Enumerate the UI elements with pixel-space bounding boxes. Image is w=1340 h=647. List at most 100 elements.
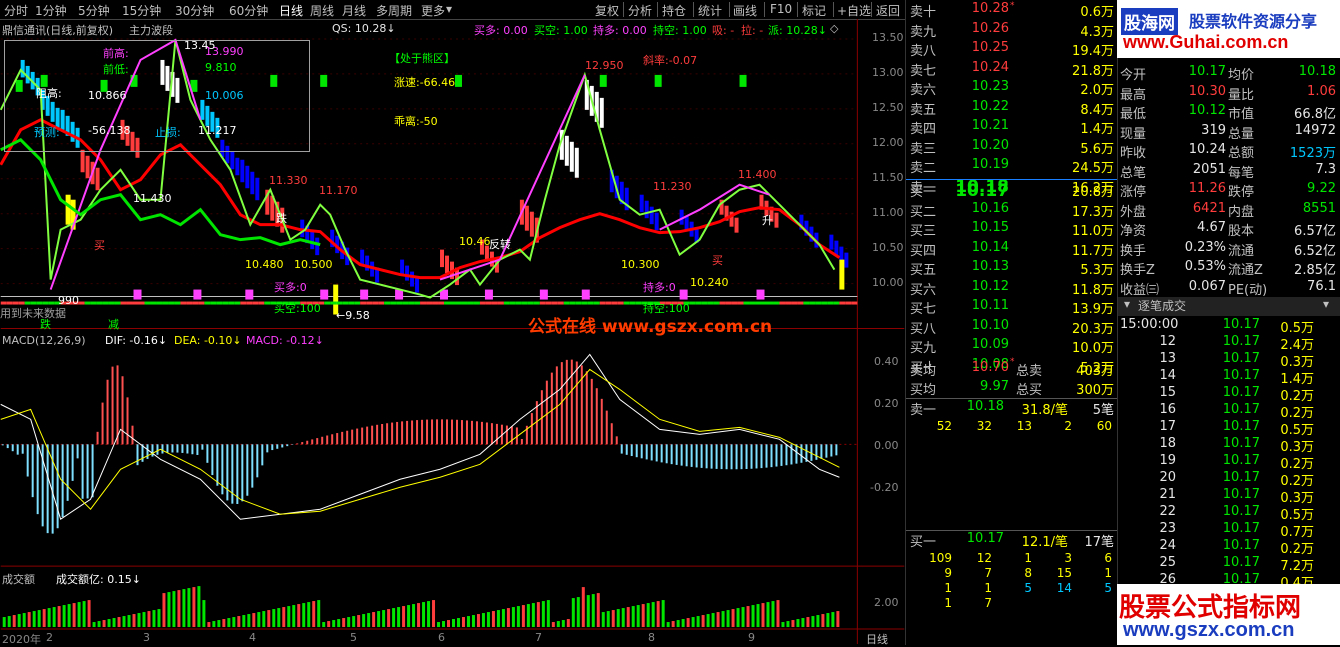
candle <box>410 271 415 287</box>
menu-item-5min[interactable]: 5分钟 <box>78 2 110 19</box>
chevron-down-icon[interactable]: ▾ <box>446 2 452 16</box>
menu-item-daily[interactable]: 日线 <box>279 2 303 19</box>
tick-price: 10.17 <box>1222 555 1260 570</box>
volume-bar <box>681 619 685 628</box>
toolbar-stats-button[interactable]: 统计 <box>698 2 722 19</box>
menu-item-30min[interactable]: 30分钟 <box>175 2 214 19</box>
volume-bar <box>501 609 505 628</box>
ask-row[interactable]: 卖三 10.20 5.6万 <box>906 138 1118 157</box>
ask-row[interactable]: 卖七 10.24 21.8万 <box>906 60 1118 79</box>
menu-item-60min[interactable]: 60分钟 <box>229 2 268 19</box>
volume-bar <box>811 616 815 628</box>
logo-brand: 股海网 <box>1121 8 1178 35</box>
candle <box>405 265 410 281</box>
queue-item: 8 <box>1024 566 1032 580</box>
volume-bar <box>571 598 575 628</box>
menu-item-monthly[interactable]: 月线 <box>342 2 366 19</box>
volume-title[interactable]: 成交额 <box>2 571 35 587</box>
stat-label: PE(动) <box>1228 282 1268 298</box>
volume-bar <box>471 615 475 628</box>
ask-volume: 0.6万 <box>1080 5 1114 20</box>
bid-row[interactable]: 买八 10.10 20.3万 <box>906 318 1118 337</box>
date-tick: 6 <box>438 631 445 644</box>
trend-bar <box>533 301 540 305</box>
bid-row[interactable]: 买二 10.16 17.3万 <box>906 201 1118 220</box>
trend-bar <box>515 301 522 305</box>
zone-label: 【处于熊区】 <box>389 52 455 65</box>
buy1-price: 10.17 <box>966 531 1004 546</box>
menu-item-more[interactable]: 更多 <box>421 2 445 19</box>
diamond-icon[interactable]: ◇ <box>830 22 838 35</box>
menu-item-weekly[interactable]: 周线 <box>310 2 334 19</box>
trend-bar <box>479 301 486 305</box>
ask-row[interactable]: 卖五 10.22 8.4万 <box>906 99 1118 118</box>
ask-row[interactable]: 卖十 10.28 * 0.6万 <box>906 1 1118 20</box>
menu-item-15min[interactable]: 15分钟 <box>122 2 161 19</box>
stoploss-label: 止损: <box>155 126 181 139</box>
bid-row[interactable]: 买四 10.14 11.7万 <box>906 240 1118 259</box>
toolbar-add-watchlist-button[interactable]: +自选 <box>837 2 871 19</box>
queue-item: 32 <box>976 419 992 433</box>
stat-label: 涨停 <box>1120 185 1147 200</box>
candle <box>774 212 779 228</box>
bid-row[interactable]: 买五 10.13 5.3万 <box>906 259 1118 278</box>
ask-row[interactable]: 卖九 10.26 4.3万 <box>906 21 1118 40</box>
trend-bar <box>180 301 187 305</box>
queue-item: 15 <box>1056 566 1072 580</box>
toolbar-position-button[interactable]: 持仓 <box>662 2 686 19</box>
signal-square <box>133 289 142 300</box>
volume-bar <box>556 621 560 628</box>
trend-bar <box>156 301 163 305</box>
deviation-label: 乖离:-50 <box>394 115 438 128</box>
volume-bar <box>626 607 630 628</box>
volume-bar <box>127 615 131 628</box>
menu-item-fenshi[interactable]: 分时 <box>4 2 28 19</box>
stat-row: 换手 0.23% 流通 6.52亿 <box>1118 240 1340 259</box>
toolbar-f10-button[interactable]: F10 <box>770 2 792 16</box>
ask-row[interactable]: 卖八 10.25 19.4万 <box>906 40 1118 59</box>
menu-item-multi-period[interactable]: 多周期 <box>376 2 412 19</box>
ask-row[interactable]: 卖六 10.23 2.0万 <box>906 79 1118 98</box>
stat-value: 6.52亿 <box>1294 243 1336 259</box>
bid-label: 买八 <box>910 321 937 337</box>
toolbar-mark-button[interactable]: 标记 <box>802 2 826 19</box>
bid-row[interactable]: 买一 10.17 20.8万 <box>906 181 1118 201</box>
bid-row[interactable]: 买七 10.11 13.9万 <box>906 298 1118 317</box>
bid-label: 买六 <box>910 282 937 298</box>
volume-bar <box>382 610 386 628</box>
dispatch-value: 派: 10.28↓ <box>768 24 827 37</box>
bid-row[interactable]: 买六 10.12 11.8万 <box>906 279 1118 298</box>
ask-label: 卖八 <box>910 44 937 59</box>
volume-bar <box>447 620 451 628</box>
stat-label: 均价 <box>1228 68 1255 83</box>
toolbar-back-button[interactable]: 返回 <box>876 2 900 19</box>
ask-row[interactable]: 卖二 10.19 24.5万 <box>906 157 1118 176</box>
menu-item-1min[interactable]: 1分钟 <box>35 2 67 19</box>
ask-row[interactable]: 卖四 10.21 1.4万 <box>906 118 1118 137</box>
toolbar-fuquan-button[interactable]: 复权 <box>595 2 619 19</box>
macd-title[interactable]: MACD(12,26,9) <box>2 334 86 347</box>
bid-row[interactable]: 买九 10.09 10.0万 <box>906 337 1118 356</box>
bid-label: 买九 <box>910 341 937 356</box>
volume-bar <box>631 606 635 628</box>
toolbar-draw-button[interactable]: 画线 <box>733 2 757 19</box>
volume-bar <box>152 610 156 628</box>
trend-bar <box>725 301 732 305</box>
volume-bar <box>77 602 81 628</box>
toolbar-analysis-button[interactable]: 分析 <box>628 2 652 19</box>
ask-label: 卖五 <box>910 102 937 118</box>
stats-panel: 今开 10.17 均价 10.18 最高 10.30 量比 1.06 最低 10.12 市值 66.8… <box>1117 0 1340 645</box>
trend-bar <box>402 301 409 305</box>
volume-bar <box>227 618 231 628</box>
logo-url: www.gszx.com.cn <box>1123 619 1295 641</box>
buy-signal: 买 <box>94 239 105 252</box>
chevron-down-icon[interactable]: ▾ <box>1124 297 1130 311</box>
trend-bar <box>539 301 546 305</box>
volume-bar <box>636 605 640 628</box>
chevron-down-icon[interactable]: ▾ <box>1323 297 1329 311</box>
bid-row[interactable]: 买三 10.15 11.0万 <box>906 220 1118 239</box>
candle <box>844 252 849 268</box>
slope-label: 斜率:-0.07 <box>643 54 698 67</box>
indicator-name[interactable]: 主力波段 <box>129 22 173 38</box>
tick-price: 10.17 <box>1222 538 1260 553</box>
